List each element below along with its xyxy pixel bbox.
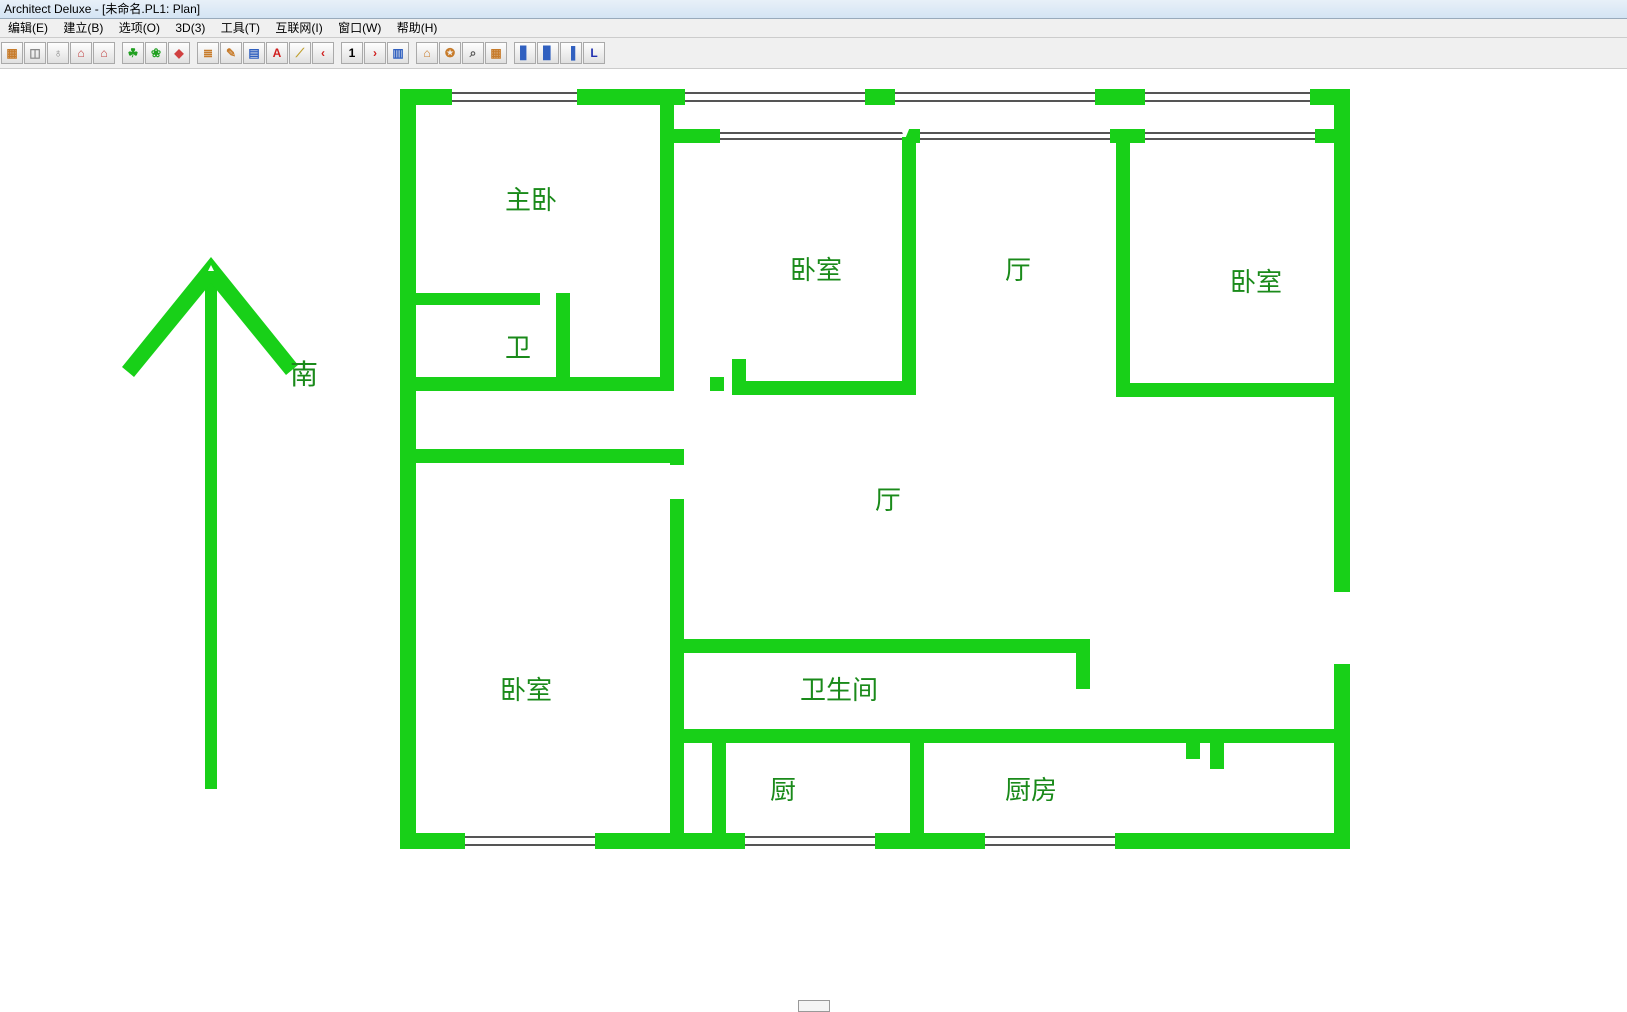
wall — [556, 293, 570, 389]
horizontal-scrollbar-thumb[interactable] — [798, 1000, 830, 1012]
label-bathroom-small: 卫 — [505, 334, 531, 363]
menu-internet[interactable]: 互联网(I) — [269, 19, 328, 37]
grid-icon[interactable]: ▦ — [1, 42, 23, 64]
text-icon[interactable]: A — [266, 42, 288, 64]
toolbar-separator — [115, 42, 121, 64]
toolbar-separator — [334, 42, 340, 64]
title-bar: Architect Deluxe - [未命名.PL1: Plan] — [0, 0, 1627, 19]
menu-3d[interactable]: 3D(3) — [169, 19, 211, 37]
lamp-icon[interactable]: ♁ — [47, 42, 69, 64]
wall — [1116, 383, 1350, 397]
wall — [670, 729, 1200, 743]
toolbar-separator — [409, 42, 415, 64]
doc-icon[interactable]: ▤ — [243, 42, 265, 64]
toolbar: ▦◫♁⌂⌂☘❀◆≣✎▤A⟋‹1›▥⌂✪⌕▦▋▊▐L — [0, 38, 1627, 69]
wall — [1334, 89, 1350, 592]
roof-icon[interactable]: ⌂ — [70, 42, 92, 64]
calc-icon[interactable]: ▦ — [485, 42, 507, 64]
wall — [400, 293, 540, 305]
ruler-icon[interactable]: ⟋ — [289, 42, 311, 64]
color-icon[interactable]: ◆ — [168, 42, 190, 64]
menu-build[interactable]: 建立(B) — [57, 19, 109, 37]
label-hall-top: 厅 — [1005, 256, 1031, 285]
label-master-bedroom: 主卧 — [505, 186, 557, 215]
wall — [660, 89, 674, 389]
palette-icon[interactable]: ✪ — [439, 42, 461, 64]
wall — [710, 377, 724, 391]
label-kitchen-big: 厨房 — [1005, 776, 1057, 805]
menu-window[interactable]: 窗口(W) — [332, 19, 387, 37]
house-icon[interactable]: ⌂ — [93, 42, 115, 64]
view-front-icon[interactable]: ▋ — [514, 42, 536, 64]
wall — [732, 359, 746, 395]
chart-icon[interactable]: ⌂ — [416, 42, 438, 64]
door-icon[interactable]: ◫ — [24, 42, 46, 64]
window-title: Architect Deluxe - [未命名.PL1: Plan] — [4, 2, 200, 16]
label-bedroom-right: 卧室 — [1230, 268, 1282, 297]
wall — [712, 729, 726, 849]
view-l-icon[interactable]: L — [583, 42, 605, 64]
wall — [1186, 729, 1200, 759]
plant-icon[interactable]: ☘ — [122, 42, 144, 64]
tree-icon[interactable]: ❀ — [145, 42, 167, 64]
compass-label: 南 — [290, 359, 318, 391]
prev-icon[interactable]: ‹ — [312, 42, 334, 64]
menu-help[interactable]: 帮助(H) — [391, 19, 444, 37]
plan-canvas[interactable]: 南 — [0, 69, 1627, 1012]
zoom-icon[interactable]: ⌕ — [462, 42, 484, 64]
view-side-icon[interactable]: ▊ — [537, 42, 559, 64]
toolbar-separator — [507, 42, 513, 64]
wall — [670, 639, 1090, 653]
wall — [1334, 664, 1350, 849]
wall — [732, 381, 916, 395]
wall — [910, 729, 924, 849]
menu-edit[interactable]: 编辑(E) — [2, 19, 54, 37]
label-kitchen-small: 厨 — [770, 776, 796, 805]
label-bedroom-left: 卧室 — [500, 676, 552, 705]
window2-icon[interactable]: ▥ — [387, 42, 409, 64]
books-icon[interactable]: ≣ — [197, 42, 219, 64]
menu-option[interactable]: 选项(O) — [113, 19, 166, 37]
page-number[interactable]: 1 — [341, 42, 363, 64]
label-bathroom-big: 卫生间 — [800, 676, 878, 705]
next-icon[interactable]: › — [364, 42, 386, 64]
wall — [1116, 137, 1130, 397]
compass-arrow — [122, 257, 298, 789]
view-iso-icon[interactable]: ▐ — [560, 42, 582, 64]
tools-icon[interactable]: ✎ — [220, 42, 242, 64]
wall — [1076, 639, 1090, 689]
label-hall-main: 厅 — [875, 486, 901, 515]
label-bedroom-top: 卧室 — [790, 256, 842, 285]
wall — [400, 377, 674, 391]
wall — [400, 449, 684, 463]
floor-plan-svg: 南 — [0, 69, 1627, 1012]
toolbar-separator — [190, 42, 196, 64]
wall — [670, 499, 684, 849]
wall — [400, 89, 416, 849]
menu-bar: 编辑(E) 建立(B) 选项(O) 3D(3) 工具(T) 互联网(I) 窗口(… — [0, 19, 1627, 38]
wall — [902, 137, 916, 389]
menu-tools[interactable]: 工具(T) — [215, 19, 266, 37]
wall — [1150, 729, 1350, 743]
